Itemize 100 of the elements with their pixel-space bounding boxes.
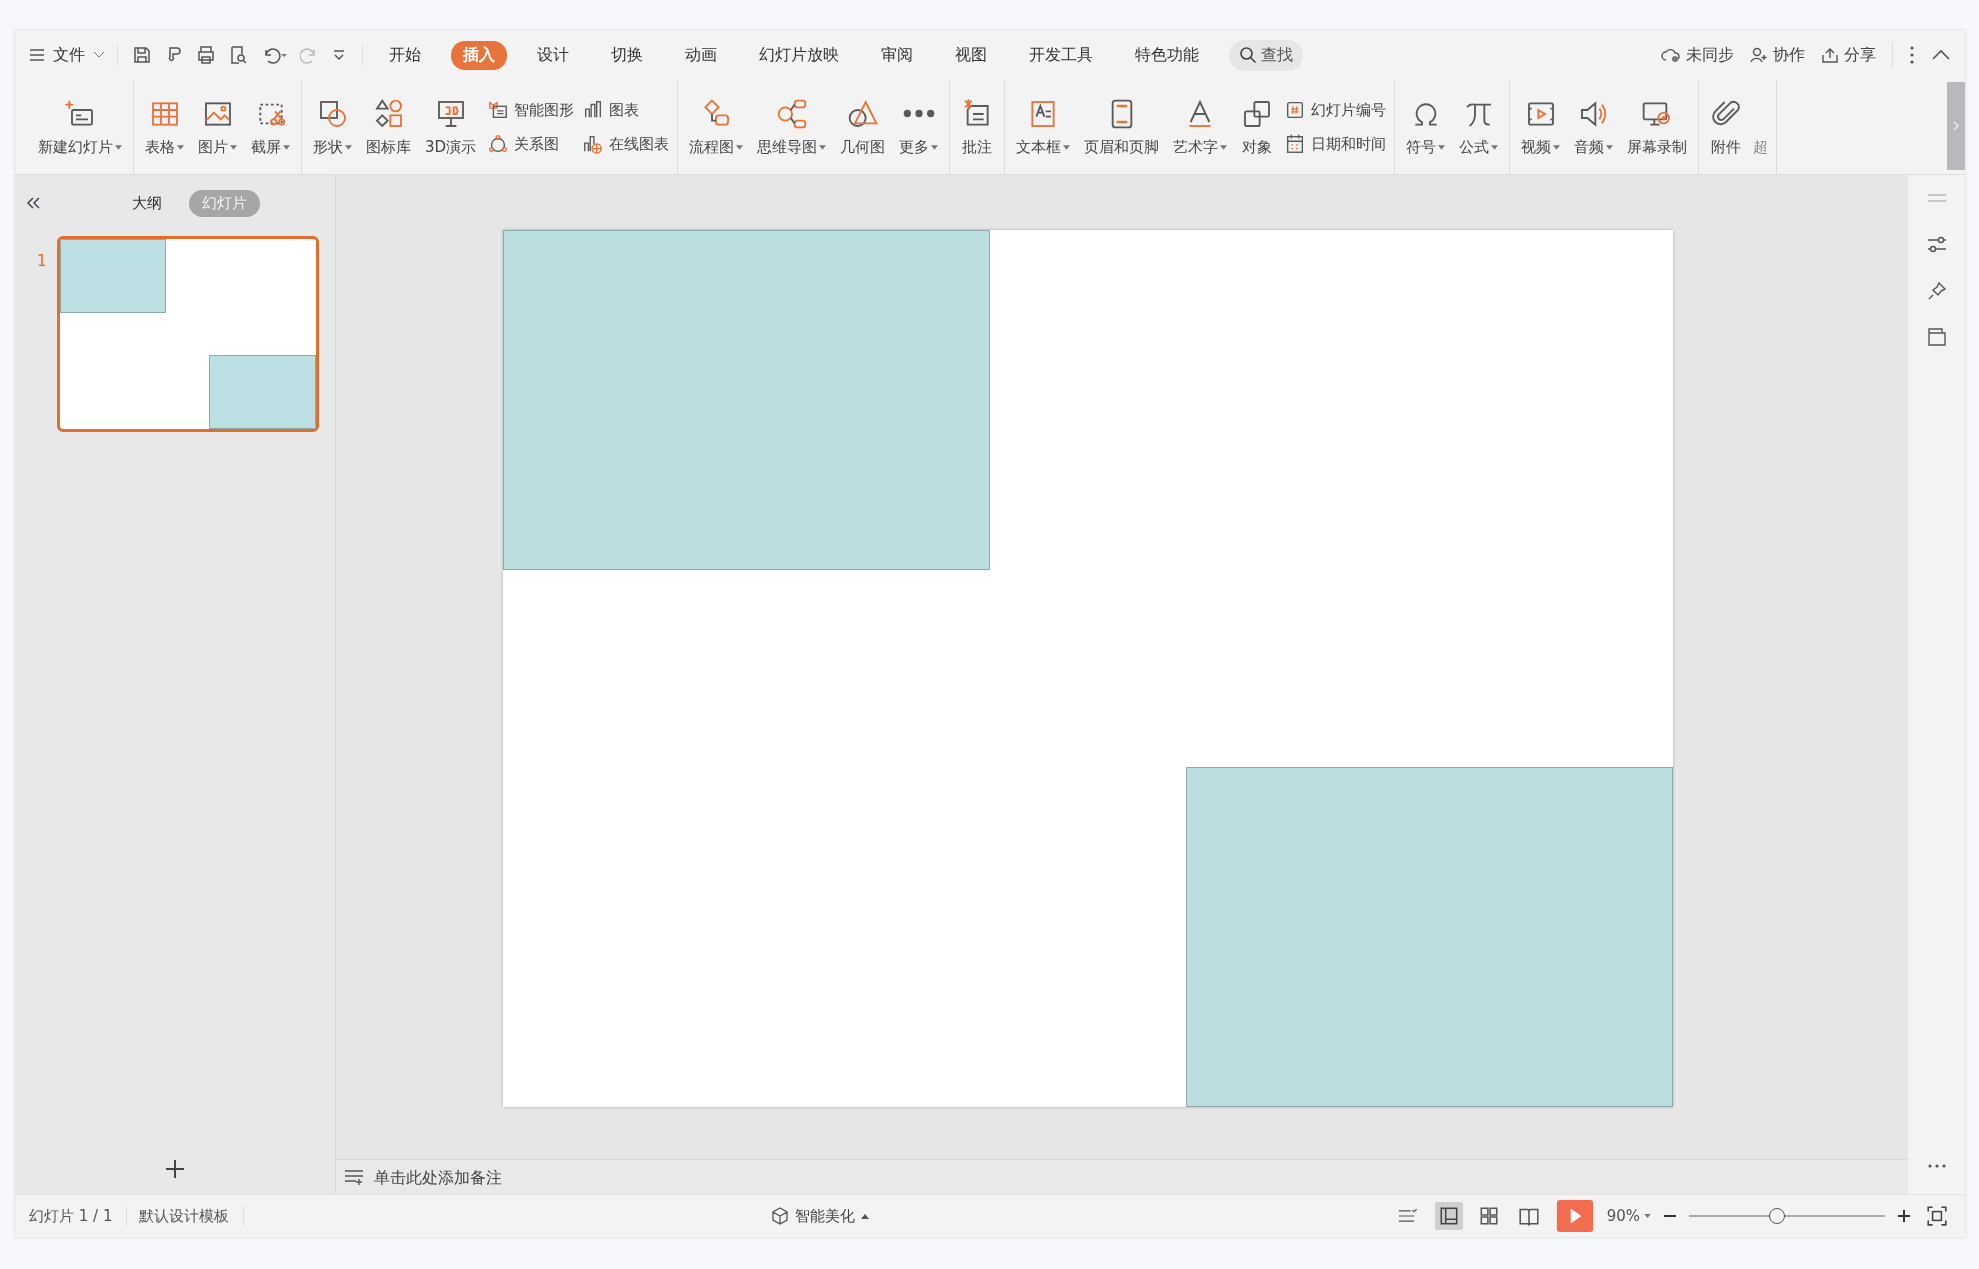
menu-tab[interactable]: 开发工具 bbox=[1017, 40, 1105, 70]
ribbon-button[interactable]: 几何图 bbox=[837, 93, 889, 161]
zoom-in-icon[interactable] bbox=[1897, 1209, 1911, 1223]
button-label: 几何图 bbox=[840, 137, 886, 157]
button-label: 视频 bbox=[1521, 137, 1561, 157]
file-menu[interactable]: 文件 bbox=[29, 44, 118, 66]
menu-tab[interactable]: 视图 bbox=[943, 40, 999, 70]
save-icon[interactable] bbox=[132, 45, 152, 65]
button-label: 超 bbox=[1753, 137, 1769, 156]
ribbon-button[interactable]: 音频 bbox=[1571, 93, 1617, 161]
menu-tab[interactable]: 切换 bbox=[599, 40, 655, 70]
caret-icon bbox=[860, 1213, 869, 1219]
more-options-icon[interactable] bbox=[1909, 45, 1915, 65]
collapse-ribbon-icon[interactable] bbox=[1931, 49, 1951, 61]
ribbon-button[interactable]: 更多 bbox=[896, 93, 942, 161]
ribbon-button[interactable]: 文本框 bbox=[1013, 93, 1074, 161]
sync-button[interactable]: 未同步 bbox=[1661, 44, 1734, 66]
notes-field[interactable]: 单击此处添加备注 bbox=[372, 1166, 776, 1188]
button-label: 形状 bbox=[313, 137, 352, 157]
chevron-down-icon bbox=[93, 51, 105, 59]
ribbon-button[interactable]: 思维导图 bbox=[754, 93, 830, 161]
print-icon[interactable] bbox=[196, 45, 216, 65]
menu-tab[interactable]: 审阅 bbox=[869, 40, 925, 70]
menu-tab[interactable]: 设计 bbox=[525, 40, 581, 70]
ribbon-button[interactable]: 幻灯片编号 bbox=[1284, 99, 1387, 121]
smart-graphic-icon bbox=[487, 99, 510, 121]
button-label: 音频 bbox=[1574, 137, 1614, 157]
zoom-slider-thumb[interactable] bbox=[1769, 1208, 1786, 1224]
button-label: 公式 bbox=[1459, 137, 1499, 157]
caret-icon bbox=[230, 144, 237, 150]
caret-icon bbox=[1220, 144, 1228, 150]
ribbon-button[interactable]: 3D演示 bbox=[422, 93, 480, 161]
pin-icon[interactable] bbox=[1926, 281, 1947, 301]
zoom-level-button[interactable]: 90% bbox=[1606, 1207, 1651, 1225]
ribbon-button[interactable]: 新建幻灯片 bbox=[35, 93, 125, 161]
mind-map-icon bbox=[775, 97, 808, 130]
customize-caret-icon[interactable] bbox=[332, 48, 346, 62]
ribbon-button[interactable]: 批注 bbox=[958, 93, 997, 161]
template-name[interactable]: 默认设计模板 bbox=[139, 1206, 245, 1226]
button-label: 页眉和页脚 bbox=[1084, 137, 1160, 157]
button-label: 文本框 bbox=[1016, 137, 1071, 157]
button-label: 附件 bbox=[1711, 137, 1742, 157]
ribbon-button[interactable]: 在线图表 bbox=[582, 133, 670, 155]
ribbon-button[interactable]: 符号 bbox=[1403, 93, 1449, 161]
ribbon-button[interactable]: 附件 bbox=[1707, 93, 1746, 161]
caret-icon bbox=[283, 144, 290, 150]
ribbon-button[interactable]: 表格 bbox=[142, 93, 187, 161]
ribbon-button[interactable]: 屏幕录制 bbox=[1624, 93, 1691, 161]
button-label: 对象 bbox=[1242, 137, 1273, 157]
share-icon bbox=[1821, 47, 1839, 63]
button-label: 表格 bbox=[145, 137, 184, 157]
menu-tab[interactable]: 特色功能 bbox=[1123, 40, 1211, 70]
button-label: 3D演示 bbox=[425, 137, 477, 157]
ribbon-button[interactable]: 图标库 bbox=[363, 93, 414, 161]
play-button-icon[interactable] bbox=[1554, 1200, 1595, 1232]
ribbon-button[interactable]: 关系图 bbox=[487, 133, 575, 155]
button-label: 批注 bbox=[962, 137, 993, 157]
button-label: 图标库 bbox=[366, 137, 411, 157]
button-label: 符号 bbox=[1406, 137, 1446, 157]
collapse-panel-icon[interactable] bbox=[25, 196, 41, 210]
menu-tab[interactable]: 幻灯片放映 bbox=[747, 40, 851, 70]
smart-beautify-button[interactable]: 智能美化 bbox=[770, 1206, 869, 1226]
search-button[interactable]: 查找 bbox=[1229, 39, 1303, 71]
ribbon-button[interactable]: 日期和时间 bbox=[1284, 133, 1387, 155]
search-icon bbox=[1239, 46, 1257, 64]
ribbon-button[interactable]: 图表 bbox=[582, 99, 670, 121]
slide-counter: 幻灯片 1 / 1 bbox=[29, 1206, 128, 1226]
collaborate-button[interactable]: 协作 bbox=[1750, 44, 1805, 66]
notes-icon bbox=[344, 1169, 364, 1185]
online-chart-icon bbox=[582, 133, 605, 155]
ribbon-button[interactable]: 页眉和页脚 bbox=[1081, 93, 1163, 161]
button-label: 截屏 bbox=[251, 137, 290, 157]
sliders-icon[interactable] bbox=[1926, 235, 1947, 255]
share-button[interactable]: 分享 bbox=[1821, 44, 1876, 66]
ribbon-button[interactable]: 对象 bbox=[1238, 93, 1277, 161]
caret-icon bbox=[1491, 144, 1499, 150]
button-label: 图片 bbox=[198, 137, 237, 157]
caret-icon bbox=[1606, 144, 1614, 150]
ribbon-button[interactable]: 视频 bbox=[1518, 93, 1564, 161]
menu-tab[interactable]: 开始 bbox=[377, 40, 433, 70]
menu-tab[interactable]: 动画 bbox=[673, 40, 729, 70]
ribbon-button[interactable]: 智能图形 bbox=[487, 99, 575, 121]
ribbon-button[interactable]: 艺术字 bbox=[1170, 93, 1231, 161]
more-icon bbox=[902, 108, 935, 118]
caret-icon bbox=[345, 144, 352, 150]
caret-icon bbox=[177, 144, 184, 150]
cycle-icon bbox=[487, 133, 510, 155]
slide-thumbnail[interactable] bbox=[56, 236, 319, 432]
ribbon-button[interactable]: 公式 bbox=[1456, 93, 1502, 161]
normal-view-icon[interactable] bbox=[1434, 1202, 1463, 1230]
ribbon-button[interactable]: 流程图 bbox=[686, 93, 747, 161]
geometry-icon bbox=[846, 97, 879, 130]
ribbon-button[interactable]: 形状 bbox=[310, 93, 355, 161]
add-slide-icon[interactable] bbox=[165, 1159, 185, 1179]
panel-tab[interactable]: 大纲 bbox=[119, 189, 175, 217]
print-preview-icon[interactable] bbox=[228, 45, 248, 65]
ribbon-button[interactable]: 截屏 bbox=[248, 93, 293, 161]
frame-icon[interactable] bbox=[1926, 327, 1947, 347]
button-label: 屏幕录制 bbox=[1627, 137, 1688, 157]
ribbon-button[interactable]: 图片 bbox=[195, 93, 240, 161]
